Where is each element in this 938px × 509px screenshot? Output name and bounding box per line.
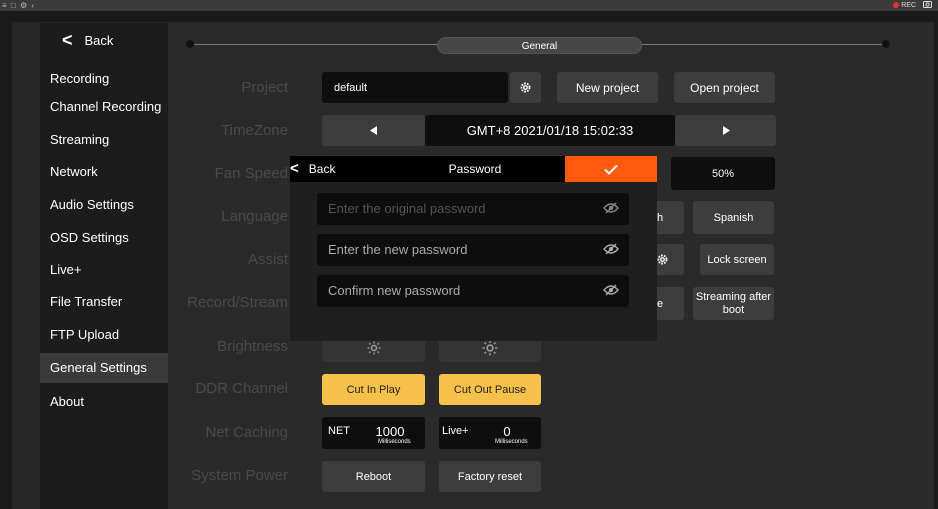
window-controls[interactable]: ≡ □ ⚙ ‹ (2, 0, 35, 11)
language-option-spanish[interactable]: Spanish (693, 201, 774, 234)
eye-hidden-icon[interactable] (603, 201, 619, 215)
sidebar-item-network[interactable]: Network (40, 157, 168, 187)
sidebar-item-live-plus[interactable]: Live+ (40, 255, 168, 285)
project-name-field[interactable]: default (322, 72, 508, 103)
live-caching-stepper[interactable]: Live+ 0 Milliseconds (439, 417, 541, 449)
sidebar-item-streaming[interactable]: Streaming (40, 125, 168, 155)
sidebar: Recording Channel Recording Streaming Ne… (40, 23, 168, 509)
confirm-button[interactable] (565, 156, 657, 182)
label-fan-speed: Fan Speed (214, 165, 288, 182)
confirm-password-placeholder: Confirm new password (328, 283, 461, 298)
sidebar-item-ftp-upload[interactable]: FTP Upload (40, 320, 168, 350)
lock-screen-button[interactable]: Lock screen (700, 244, 774, 275)
label-assist: Assist (247, 251, 288, 268)
net-unit: Milliseconds (378, 439, 411, 445)
triangle-right-icon (722, 126, 730, 135)
chevron-left-icon: < (290, 160, 299, 177)
net-key: NET (328, 425, 350, 437)
timezone-value: GMT+8 2021/01/18 15:02:33 (425, 115, 675, 146)
eye-hidden-icon[interactable] (603, 242, 619, 256)
sidebar-item-osd-settings[interactable]: OSD Settings (40, 223, 168, 253)
live-value: 0 (503, 424, 511, 439)
factory-reset-button[interactable]: Factory reset (439, 461, 541, 492)
checkmark-icon (604, 164, 618, 175)
label-brightness: Brightness (217, 338, 288, 355)
new-project-button[interactable]: New project (557, 72, 658, 103)
sidebar-item-about[interactable]: About (40, 387, 168, 417)
sidebar-item-recording[interactable]: Recording (40, 64, 168, 94)
timezone-prev-button[interactable] (322, 115, 425, 146)
label-project: Project (241, 79, 288, 96)
net-value: 1000 (375, 424, 405, 439)
system-topbar: ≡ □ ⚙ ‹ REC (0, 0, 938, 11)
dialog-header: < Back Password (290, 156, 657, 182)
timezone-next-button[interactable] (675, 115, 776, 146)
open-project-button[interactable]: Open project (674, 72, 775, 103)
tab-general[interactable]: General (437, 37, 642, 54)
rec-label: REC (901, 2, 916, 9)
password-dialog: < Back Password Enter the original passw… (290, 156, 657, 341)
back-button[interactable]: < Back (62, 30, 113, 51)
dialog-back-label: Back (308, 162, 336, 176)
label-record-stream: Record/Stream (187, 294, 288, 311)
rec-indicator: REC (893, 1, 916, 10)
original-password-field[interactable]: Enter the original password (317, 193, 629, 225)
confirm-password-field[interactable]: Confirm new password (317, 275, 629, 307)
net-caching-stepper[interactable]: NET 1000 Milliseconds (322, 417, 425, 449)
sun-large-icon (482, 340, 498, 355)
dialog-title: Password (448, 162, 502, 176)
sun-small-icon (367, 341, 380, 354)
original-password-placeholder: Enter the original password (328, 201, 486, 216)
label-language: Language (221, 208, 288, 225)
eye-hidden-icon[interactable] (603, 283, 619, 297)
camera-icon[interactable] (923, 0, 932, 11)
streaming-after-boot-button[interactable]: Streaming after boot (693, 287, 774, 320)
sidebar-item-file-transfer[interactable]: File Transfer (40, 287, 168, 317)
new-password-placeholder: Enter the new password (328, 242, 468, 257)
new-password-field[interactable]: Enter the new password (317, 234, 629, 266)
label-ddr-channel: DDR Channel (195, 380, 288, 397)
reboot-button[interactable]: Reboot (322, 461, 425, 492)
dialog-back-button[interactable]: < Back (290, 156, 335, 182)
back-label: Back (84, 33, 114, 48)
label-system-power: System Power (191, 467, 288, 484)
cut-out-pause-button[interactable]: Cut Out Pause (439, 374, 541, 405)
sidebar-item-audio-settings[interactable]: Audio Settings (40, 190, 168, 220)
rail-end-dot (882, 40, 890, 48)
cut-in-play-button[interactable]: Cut In Play (322, 374, 425, 405)
gear-icon (520, 82, 531, 93)
project-settings-button[interactable] (510, 72, 541, 103)
sidebar-item-general-settings[interactable]: General Settings (40, 353, 168, 383)
rail-start-dot (186, 40, 194, 48)
chevron-left-icon: < (62, 30, 73, 50)
label-net-caching: Net Caching (205, 424, 288, 441)
rec-dot-icon (893, 2, 900, 9)
fan-speed-value[interactable]: 50% (671, 157, 775, 190)
live-unit: Milliseconds (495, 439, 528, 445)
live-key: Live+ (442, 425, 469, 437)
gear-icon (657, 254, 667, 265)
triangle-left-icon (369, 126, 377, 135)
sidebar-item-channel-recording[interactable]: Channel Recording (40, 92, 168, 122)
label-timezone: TimeZone (221, 122, 288, 139)
